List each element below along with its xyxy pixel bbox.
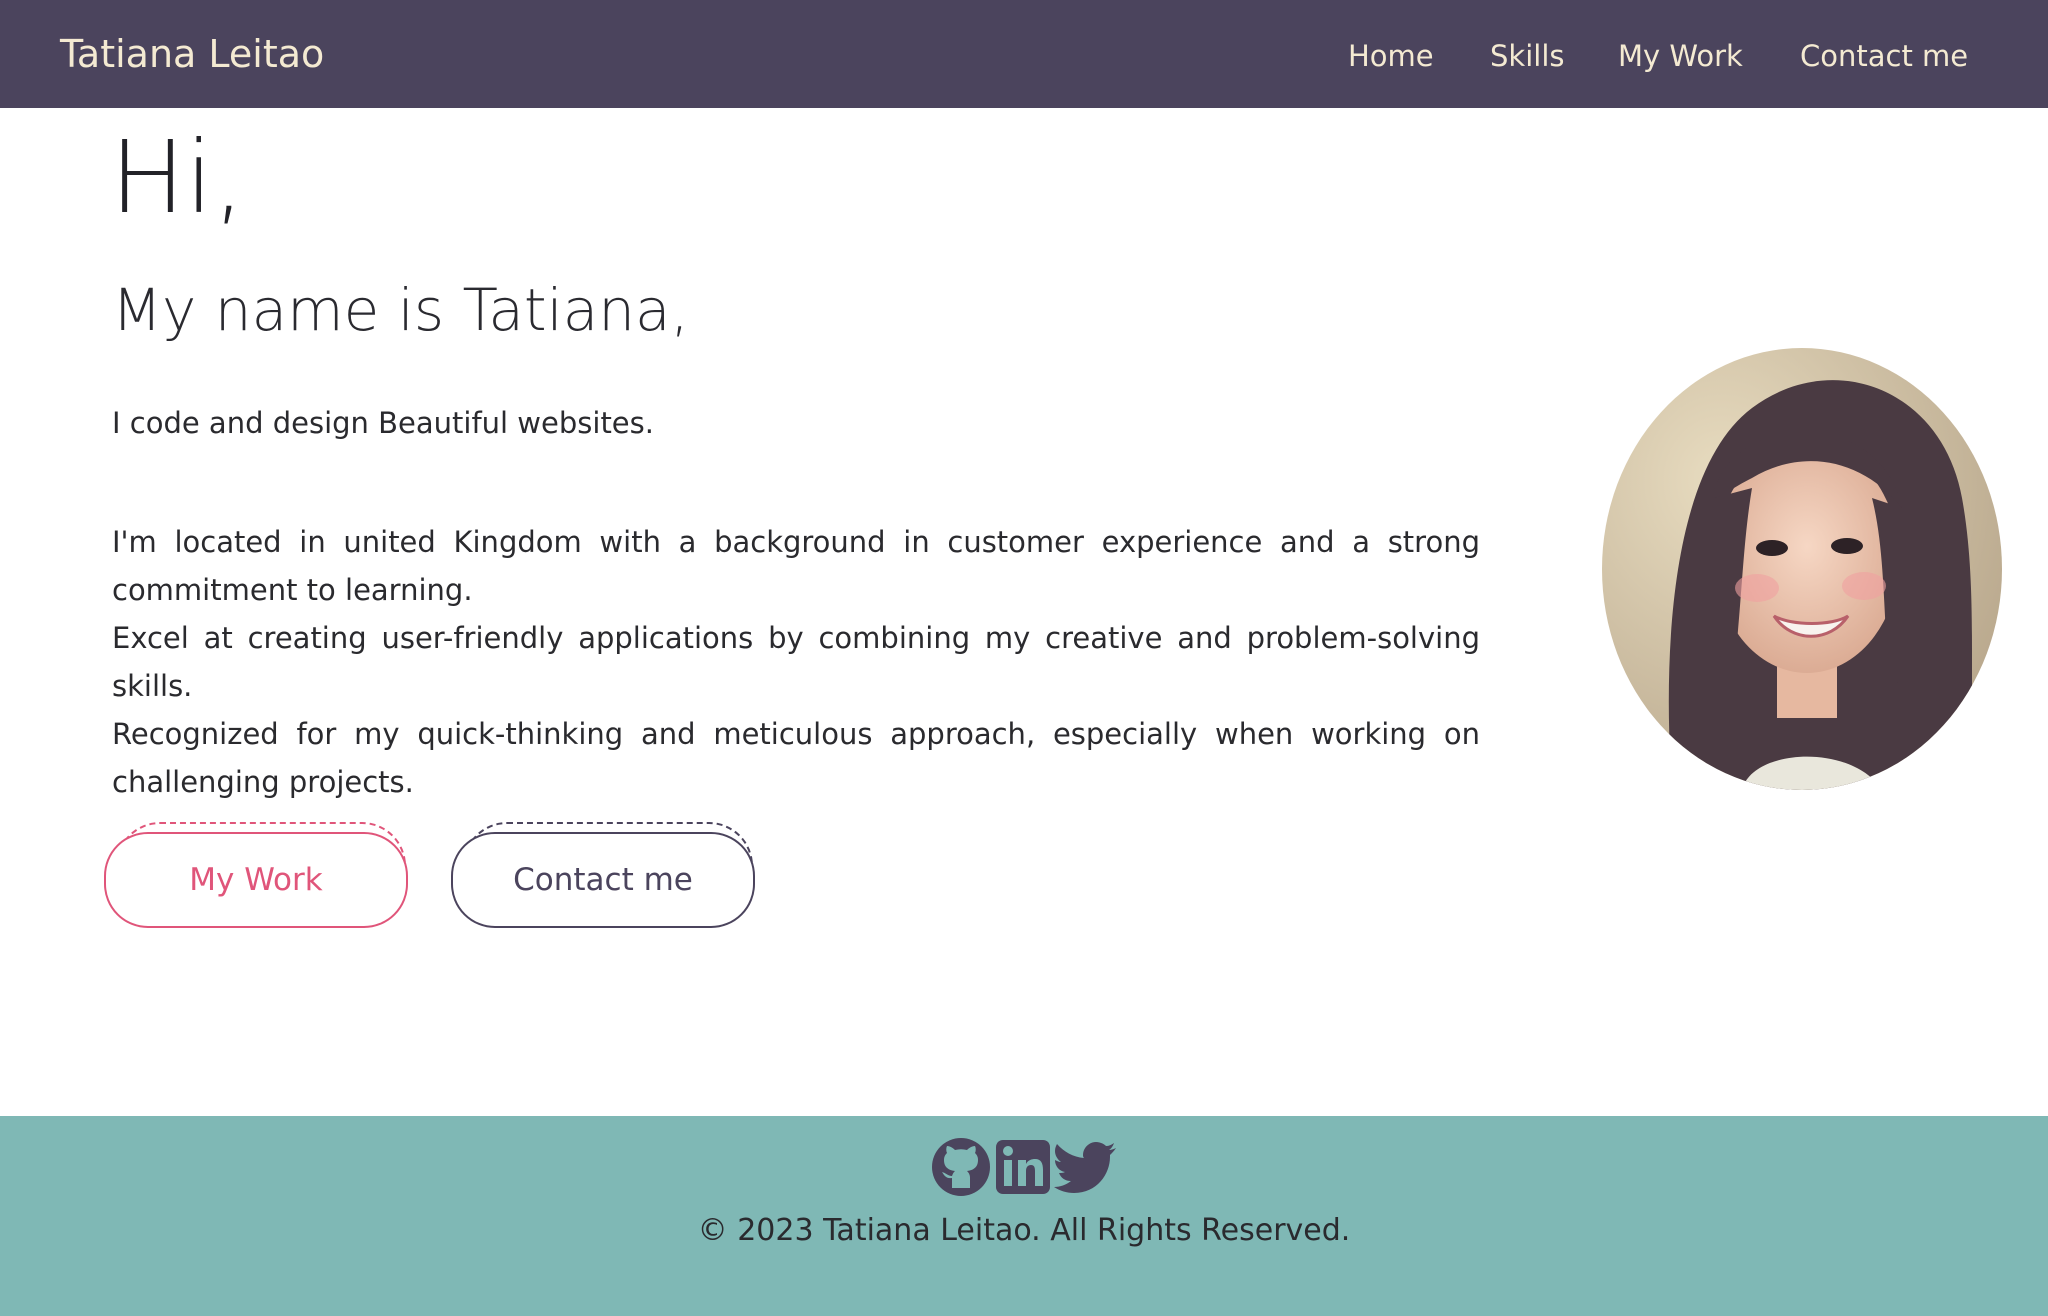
bio-paragraph-approach: Recognized for my quick-thinking and met…	[112, 717, 1480, 799]
nav-home[interactable]: Home	[1348, 36, 1434, 76]
bio-paragraph-location: I'm located in united Kingdom with a bac…	[112, 525, 1480, 607]
contact-me-button[interactable]: Contact me	[451, 832, 755, 928]
github-icon[interactable]	[932, 1138, 990, 1196]
my-work-button-wrap: My Work	[104, 822, 414, 930]
nav-skills[interactable]: Skills	[1490, 36, 1564, 76]
my-work-button[interactable]: My Work	[104, 832, 408, 928]
hero-greeting: Hi,	[110, 119, 245, 236]
avatar-portrait-icon	[1602, 348, 2002, 790]
bio-paragraph-skills: Excel at creating user-friendly applicat…	[112, 621, 1480, 703]
site-footer: © 2023 Tatiana Leitao. All Rights Reserv…	[0, 1116, 2048, 1316]
hero-bio: I'm located in united Kingdom with a bac…	[112, 518, 1480, 806]
twitter-icon[interactable]	[1054, 1142, 1116, 1194]
hero-name: My name is Tatiana,	[112, 276, 689, 344]
top-navbar: Tatiana Leitao Home Skills My Work Conta…	[0, 0, 2048, 108]
linkedin-icon[interactable]	[996, 1140, 1050, 1194]
copyright-text: © 2023 Tatiana Leitao. All Rights Reserv…	[697, 1213, 1351, 1248]
nav-my-work[interactable]: My Work	[1618, 36, 1743, 76]
hero-tagline: I code and design Beautiful websites.	[112, 406, 654, 440]
contact-button-wrap: Contact me	[451, 822, 761, 930]
profile-portrait	[1602, 348, 2002, 790]
site-brand[interactable]: Tatiana Leitao	[60, 28, 324, 80]
nav-contact[interactable]: Contact me	[1800, 36, 1968, 76]
